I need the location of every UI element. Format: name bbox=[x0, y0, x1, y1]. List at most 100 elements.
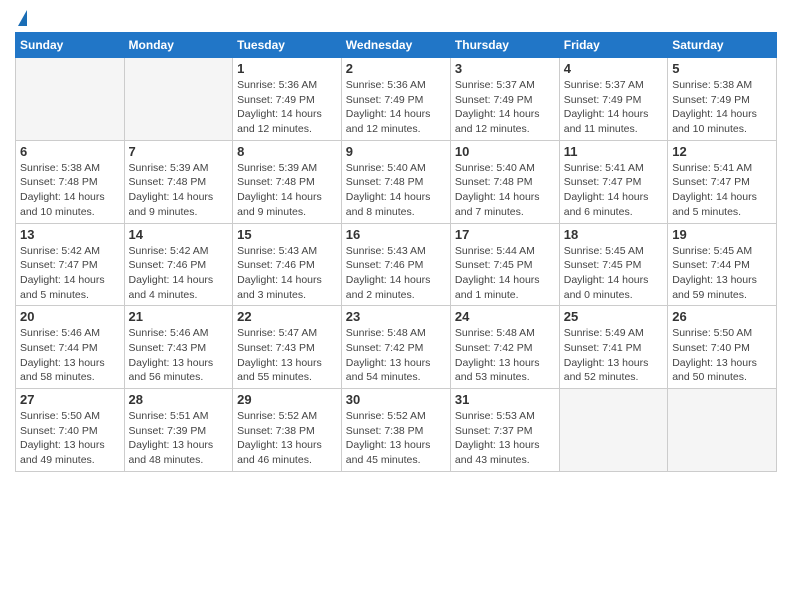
calendar-cell bbox=[668, 389, 777, 472]
day-info: Sunrise: 5:53 AM Sunset: 7:37 PM Dayligh… bbox=[455, 409, 555, 468]
day-number: 3 bbox=[455, 61, 555, 76]
calendar-row-3: 20 Sunrise: 5:46 AM Sunset: 7:44 PM Dayli… bbox=[16, 306, 777, 389]
calendar-cell: 27 Sunrise: 5:50 AM Sunset: 7:40 PM Dayli… bbox=[16, 389, 125, 472]
calendar-cell: 13 Sunrise: 5:42 AM Sunset: 7:47 PM Dayli… bbox=[16, 223, 125, 306]
day-info: Sunrise: 5:36 AM Sunset: 7:49 PM Dayligh… bbox=[346, 78, 446, 137]
day-info: Sunrise: 5:39 AM Sunset: 7:48 PM Dayligh… bbox=[129, 161, 229, 220]
logo-triangle-icon bbox=[18, 10, 27, 26]
calendar-cell: 28Sunrise: 5:51 AM Sunset: 7:39 PM Dayli… bbox=[124, 389, 233, 472]
day-number: 24 bbox=[455, 309, 555, 324]
calendar-header-saturday: Saturday bbox=[668, 33, 777, 58]
day-info: Sunrise: 5:37 AM Sunset: 7:49 PM Dayligh… bbox=[455, 78, 555, 137]
day-info: Sunrise: 5:50 AM Sunset: 7:40 PM Dayligh… bbox=[20, 409, 120, 468]
day-info: Sunrise: 5:50 AM Sunset: 7:40 PM Dayligh… bbox=[672, 326, 772, 385]
day-info: Sunrise: 5:47 AM Sunset: 7:43 PM Dayligh… bbox=[237, 326, 337, 385]
calendar-cell: 12 Sunrise: 5:41 AM Sunset: 7:47 PM Dayli… bbox=[668, 140, 777, 223]
day-number: 13 bbox=[20, 227, 120, 242]
calendar-cell bbox=[559, 389, 667, 472]
calendar-cell: 24 Sunrise: 5:48 AM Sunset: 7:42 PM Dayli… bbox=[450, 306, 559, 389]
day-number: 20 bbox=[20, 309, 120, 324]
day-number: 31 bbox=[455, 392, 555, 407]
calendar-cell: 1Sunrise: 5:36 AM Sunset: 7:49 PM Daylig… bbox=[233, 58, 342, 141]
calendar-cell: 30 Sunrise: 5:52 AM Sunset: 7:38 PM Dayli… bbox=[341, 389, 450, 472]
calendar-cell: 10 Sunrise: 5:40 AM Sunset: 7:48 PM Dayli… bbox=[450, 140, 559, 223]
calendar-cell: 15Sunrise: 5:43 AM Sunset: 7:46 PM Dayli… bbox=[233, 223, 342, 306]
calendar-cell: 23 Sunrise: 5:48 AM Sunset: 7:42 PM Dayli… bbox=[341, 306, 450, 389]
day-number: 5 bbox=[672, 61, 772, 76]
day-info: Sunrise: 5:41 AM Sunset: 7:47 PM Dayligh… bbox=[672, 161, 772, 220]
calendar-header-thursday: Thursday bbox=[450, 33, 559, 58]
calendar-cell: 22 Sunrise: 5:47 AM Sunset: 7:43 PM Dayli… bbox=[233, 306, 342, 389]
day-info: Sunrise: 5:52 AM Sunset: 7:38 PM Dayligh… bbox=[346, 409, 446, 468]
day-number: 17 bbox=[455, 227, 555, 242]
calendar-row-4: 27 Sunrise: 5:50 AM Sunset: 7:40 PM Dayli… bbox=[16, 389, 777, 472]
day-info: Sunrise: 5:38 AM Sunset: 7:49 PM Dayligh… bbox=[672, 78, 772, 137]
day-number: 4 bbox=[564, 61, 663, 76]
day-number: 10 bbox=[455, 144, 555, 159]
day-info: Sunrise: 5:37 AM Sunset: 7:49 PM Dayligh… bbox=[564, 78, 663, 137]
calendar-cell: 29 Sunrise: 5:52 AM Sunset: 7:38 PM Dayli… bbox=[233, 389, 342, 472]
calendar-header-wednesday: Wednesday bbox=[341, 33, 450, 58]
day-number: 12 bbox=[672, 144, 772, 159]
day-info: Sunrise: 5:51 AM Sunset: 7:39 PM Dayligh… bbox=[129, 409, 229, 468]
day-info: Sunrise: 5:46 AM Sunset: 7:43 PM Dayligh… bbox=[129, 326, 229, 385]
day-number: 2 bbox=[346, 61, 446, 76]
day-info: Sunrise: 5:40 AM Sunset: 7:48 PM Dayligh… bbox=[455, 161, 555, 220]
day-info: Sunrise: 5:41 AM Sunset: 7:47 PM Dayligh… bbox=[564, 161, 663, 220]
day-number: 25 bbox=[564, 309, 663, 324]
calendar-cell bbox=[124, 58, 233, 141]
day-info: Sunrise: 5:45 AM Sunset: 7:45 PM Dayligh… bbox=[564, 244, 663, 303]
calendar-cell: 3 Sunrise: 5:37 AM Sunset: 7:49 PM Daylig… bbox=[450, 58, 559, 141]
calendar-cell: 7 Sunrise: 5:39 AM Sunset: 7:48 PM Daylig… bbox=[124, 140, 233, 223]
day-info: Sunrise: 5:44 AM Sunset: 7:45 PM Dayligh… bbox=[455, 244, 555, 303]
day-number: 14 bbox=[129, 227, 229, 242]
day-number: 29 bbox=[237, 392, 337, 407]
calendar-cell: 20 Sunrise: 5:46 AM Sunset: 7:44 PM Dayli… bbox=[16, 306, 125, 389]
calendar-header-tuesday: Tuesday bbox=[233, 33, 342, 58]
calendar-cell: 11 Sunrise: 5:41 AM Sunset: 7:47 PM Dayli… bbox=[559, 140, 667, 223]
logo bbox=[15, 10, 27, 24]
calendar-cell bbox=[16, 58, 125, 141]
calendar-cell: 26 Sunrise: 5:50 AM Sunset: 7:40 PM Dayli… bbox=[668, 306, 777, 389]
calendar-cell: 2 Sunrise: 5:36 AM Sunset: 7:49 PM Daylig… bbox=[341, 58, 450, 141]
day-info: Sunrise: 5:43 AM Sunset: 7:46 PM Dayligh… bbox=[237, 244, 337, 303]
calendar-cell: 4 Sunrise: 5:37 AM Sunset: 7:49 PM Daylig… bbox=[559, 58, 667, 141]
calendar-cell: 31 Sunrise: 5:53 AM Sunset: 7:37 PM Dayli… bbox=[450, 389, 559, 472]
day-info: Sunrise: 5:42 AM Sunset: 7:47 PM Dayligh… bbox=[20, 244, 120, 303]
calendar-cell: 17 Sunrise: 5:44 AM Sunset: 7:45 PM Dayli… bbox=[450, 223, 559, 306]
day-info: Sunrise: 5:39 AM Sunset: 7:48 PM Dayligh… bbox=[237, 161, 337, 220]
calendar-cell: 5 Sunrise: 5:38 AM Sunset: 7:49 PM Daylig… bbox=[668, 58, 777, 141]
calendar-cell: 19 Sunrise: 5:45 AM Sunset: 7:44 PM Dayli… bbox=[668, 223, 777, 306]
day-info: Sunrise: 5:48 AM Sunset: 7:42 PM Dayligh… bbox=[346, 326, 446, 385]
day-number: 16 bbox=[346, 227, 446, 242]
day-number: 30 bbox=[346, 392, 446, 407]
day-number: 22 bbox=[237, 309, 337, 324]
day-number: 21 bbox=[129, 309, 229, 324]
day-info: Sunrise: 5:46 AM Sunset: 7:44 PM Dayligh… bbox=[20, 326, 120, 385]
day-info: Sunrise: 5:45 AM Sunset: 7:44 PM Dayligh… bbox=[672, 244, 772, 303]
day-number: 1 bbox=[237, 61, 337, 76]
day-number: 27 bbox=[20, 392, 120, 407]
calendar-cell: 14 Sunrise: 5:42 AM Sunset: 7:46 PM Dayli… bbox=[124, 223, 233, 306]
calendar-row-2: 13 Sunrise: 5:42 AM Sunset: 7:47 PM Dayli… bbox=[16, 223, 777, 306]
day-number: 7 bbox=[129, 144, 229, 159]
day-info: Sunrise: 5:40 AM Sunset: 7:48 PM Dayligh… bbox=[346, 161, 446, 220]
calendar-cell: 9Sunrise: 5:40 AM Sunset: 7:48 PM Daylig… bbox=[341, 140, 450, 223]
day-info: Sunrise: 5:48 AM Sunset: 7:42 PM Dayligh… bbox=[455, 326, 555, 385]
day-info: Sunrise: 5:38 AM Sunset: 7:48 PM Dayligh… bbox=[20, 161, 120, 220]
day-info: Sunrise: 5:52 AM Sunset: 7:38 PM Dayligh… bbox=[237, 409, 337, 468]
calendar-table: SundayMondayTuesdayWednesdayThursdayFrid… bbox=[15, 32, 777, 472]
day-number: 8 bbox=[237, 144, 337, 159]
calendar-cell: 21 Sunrise: 5:46 AM Sunset: 7:43 PM Dayli… bbox=[124, 306, 233, 389]
day-number: 23 bbox=[346, 309, 446, 324]
calendar-cell: 16 Sunrise: 5:43 AM Sunset: 7:46 PM Dayli… bbox=[341, 223, 450, 306]
day-number: 26 bbox=[672, 309, 772, 324]
page-header bbox=[15, 10, 777, 24]
day-info: Sunrise: 5:42 AM Sunset: 7:46 PM Dayligh… bbox=[129, 244, 229, 303]
calendar-header-row: SundayMondayTuesdayWednesdayThursdayFrid… bbox=[16, 33, 777, 58]
day-number: 18 bbox=[564, 227, 663, 242]
calendar-row-1: 6Sunrise: 5:38 AM Sunset: 7:48 PM Daylig… bbox=[16, 140, 777, 223]
day-number: 11 bbox=[564, 144, 663, 159]
day-number: 19 bbox=[672, 227, 772, 242]
day-info: Sunrise: 5:43 AM Sunset: 7:46 PM Dayligh… bbox=[346, 244, 446, 303]
